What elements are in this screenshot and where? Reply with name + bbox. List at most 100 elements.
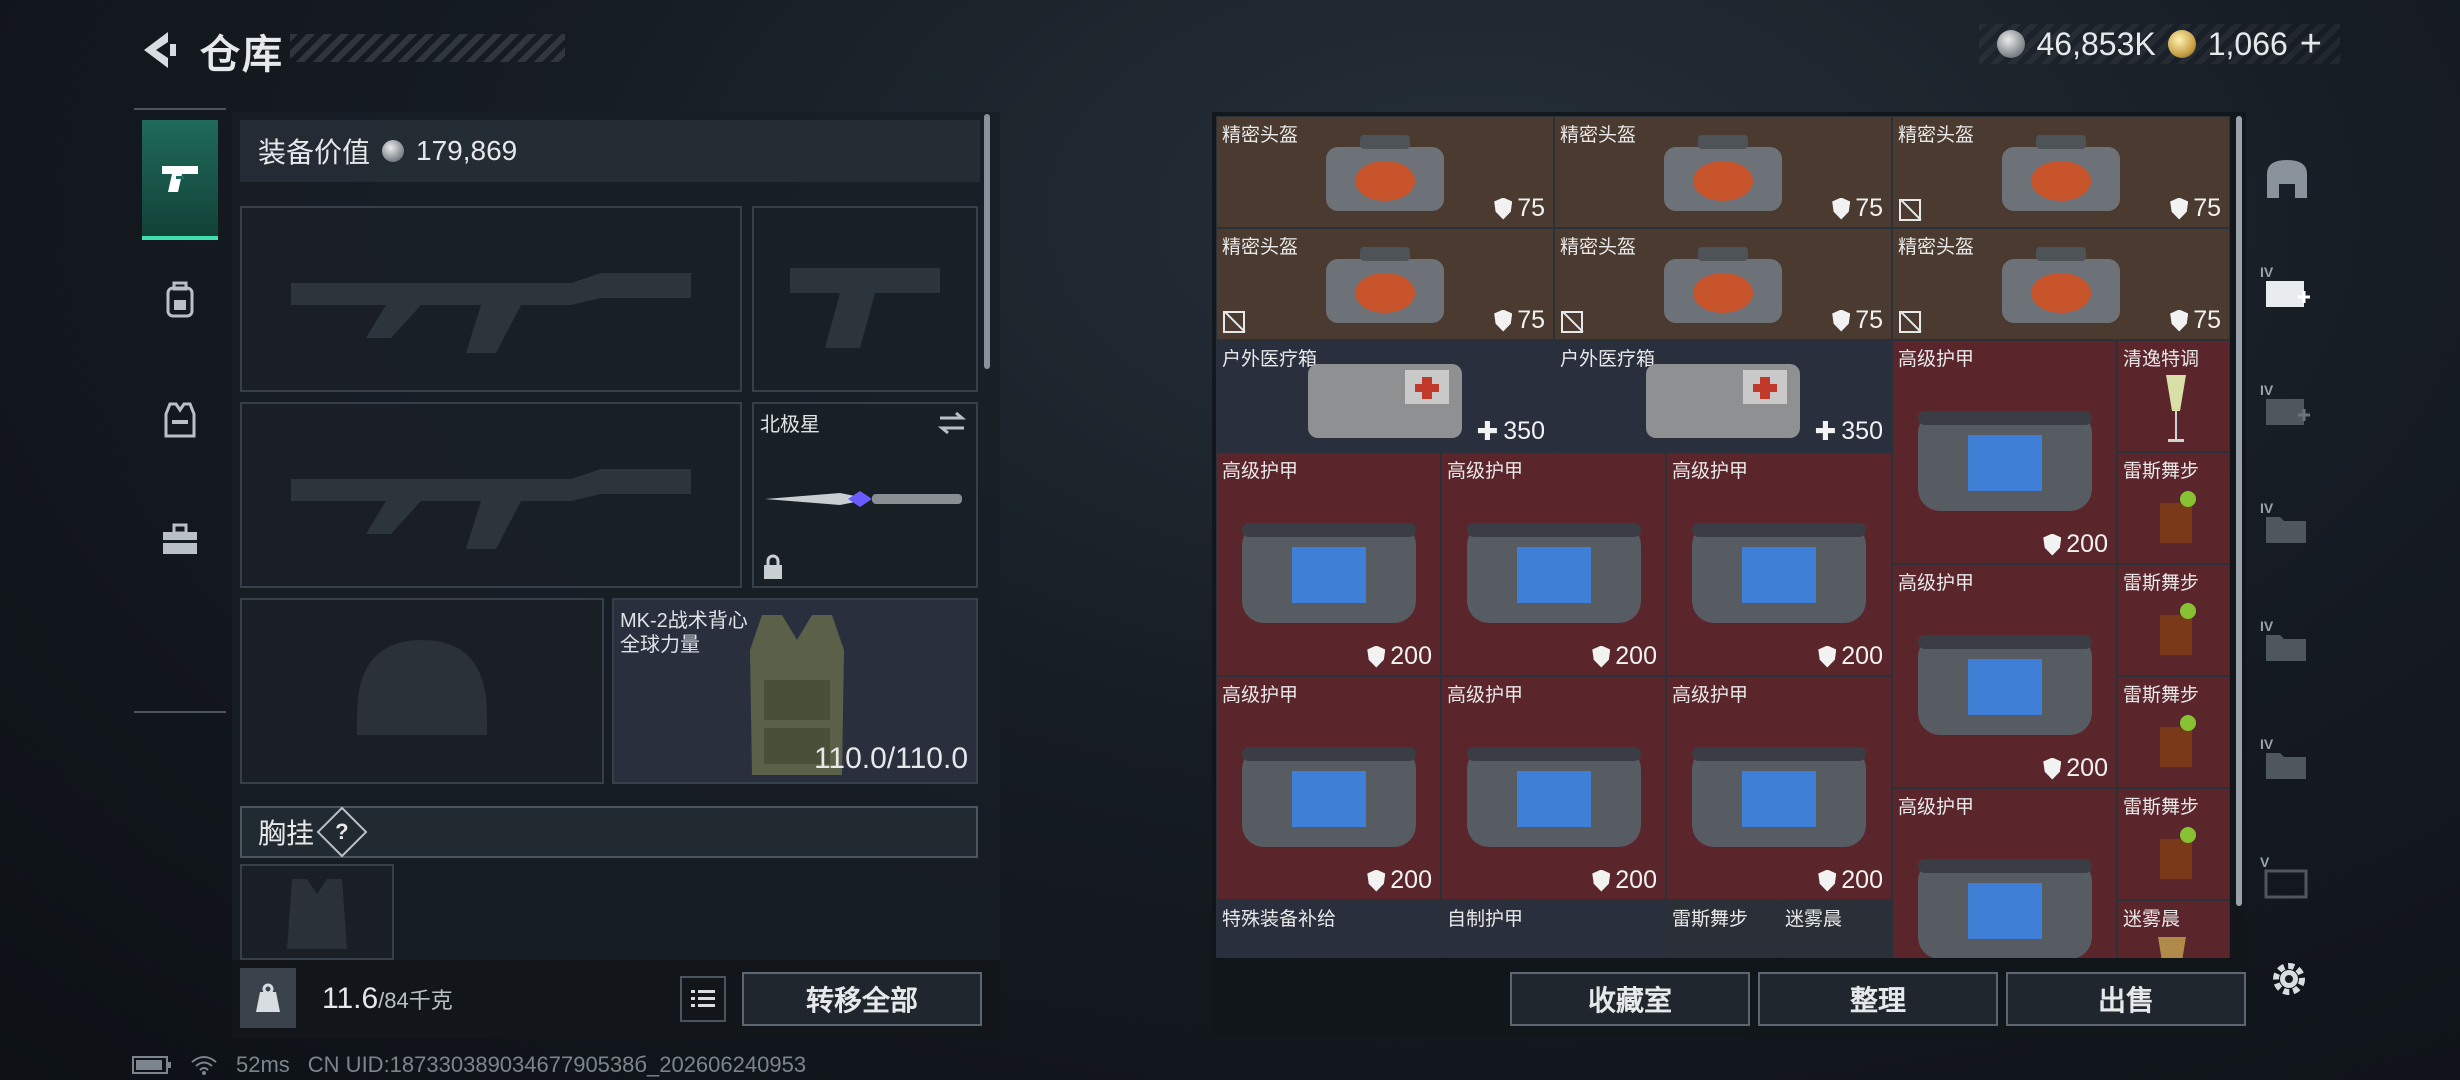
add-currency-button[interactable]: + bbox=[2300, 23, 2322, 66]
chest-rig-slot[interactable] bbox=[240, 864, 394, 960]
transfer-all-button[interactable]: 转移全部 bbox=[742, 972, 982, 1026]
tab-safe-box[interactable] bbox=[2258, 150, 2316, 208]
helmet-case-icon bbox=[1664, 135, 1782, 212]
pistol-icon bbox=[162, 166, 198, 192]
shield-icon bbox=[1832, 197, 1851, 220]
item-drink[interactable]: 雷斯舞步 bbox=[2117, 452, 2230, 564]
primary-weapon-slot[interactable] bbox=[240, 206, 742, 392]
item-drink[interactable]: 雷斯舞步 bbox=[2117, 676, 2230, 788]
user-uid: CN UID:18733038903467790538б_20260624095… bbox=[307, 1052, 807, 1077]
item-name: 高级护甲 bbox=[1672, 461, 1749, 482]
sidearm-slot[interactable] bbox=[752, 206, 978, 392]
item-name: 雷斯舞步 bbox=[2123, 797, 2200, 818]
item-armor-value: 75 bbox=[2170, 194, 2221, 223]
item-helmet[interactable]: 精密头盔 75 bbox=[1216, 116, 1554, 228]
item-drink[interactable]: 雷斯舞步 bbox=[2117, 564, 2230, 676]
chest-rig-label: 胸挂 bbox=[258, 818, 315, 849]
helmet-silhouette-icon bbox=[357, 639, 487, 735]
item-name: 特殊装备补给 bbox=[1222, 909, 1337, 930]
item-armor[interactable]: 高级护甲 200 bbox=[1892, 340, 2117, 564]
item-armor[interactable]: 高级护甲 200 bbox=[1892, 564, 2117, 788]
tab-storage-4-active[interactable]: IV bbox=[2258, 264, 2316, 322]
melee-slot[interactable]: 北极星 bbox=[752, 402, 978, 588]
item-helmet[interactable]: 精密头盔 75 bbox=[1216, 228, 1554, 340]
item-armor[interactable]: 高级护甲 200 bbox=[1216, 676, 1441, 900]
medical-cross-icon: ✚ bbox=[1814, 416, 1837, 446]
item-name: 雷斯舞步 bbox=[1672, 909, 1749, 930]
item-drink[interactable]: 迷雾晨 bbox=[1779, 900, 1892, 958]
list-icon bbox=[691, 990, 715, 1007]
item-helmet[interactable]: 精密头盔 75 bbox=[1892, 228, 2230, 340]
tab-backpack[interactable] bbox=[142, 240, 218, 360]
tab-supplies[interactable] bbox=[142, 480, 218, 600]
tab-storage-folder-3[interactable]: IV bbox=[2258, 736, 2316, 794]
silver-coin-icon bbox=[1996, 30, 2025, 58]
tab-storage-4b[interactable]: IV bbox=[2258, 382, 2316, 440]
item-armor[interactable]: 高级护甲 200 bbox=[1666, 676, 1892, 900]
shield-icon bbox=[2170, 309, 2189, 332]
swap-icon[interactable] bbox=[936, 410, 968, 436]
whiskey-glass-icon bbox=[2160, 715, 2196, 767]
item-armor[interactable]: 高级护甲 200 bbox=[1216, 452, 1441, 676]
item-armor[interactable]: 高级护甲 200 bbox=[1441, 676, 1666, 900]
shield-icon bbox=[1367, 869, 1386, 892]
armor-bag-icon bbox=[1692, 523, 1866, 624]
armor-durability: 110.0/110.0 bbox=[813, 742, 968, 775]
armor-slot[interactable]: MK-2战术背心 全球力量 110.0/110.0 bbox=[612, 598, 978, 784]
gold-coin-icon bbox=[2167, 30, 2196, 58]
gear-icon bbox=[2273, 963, 2305, 995]
armor-bag-icon bbox=[1917, 635, 2092, 736]
tab-storage-special[interactable]: V bbox=[2258, 854, 2316, 912]
item-drink[interactable]: 雷斯舞步 bbox=[1666, 900, 1779, 958]
item-drink[interactable]: 清逸特调 bbox=[2117, 340, 2230, 452]
item-helmet[interactable]: 精密头盔 75 bbox=[1554, 228, 1892, 340]
item-drink[interactable]: 迷雾晨 bbox=[2117, 900, 2230, 958]
tier-label: V bbox=[2260, 854, 2270, 870]
sell-button[interactable]: 出售 bbox=[2006, 972, 2246, 1026]
help-button[interactable]: ? bbox=[316, 806, 368, 858]
organize-button[interactable]: 整理 bbox=[1758, 972, 1998, 1026]
tab-weapons[interactable] bbox=[142, 120, 218, 240]
weight-button[interactable] bbox=[240, 968, 296, 1028]
item-medkit[interactable]: 户外医疗箱 ✚ 350 bbox=[1554, 340, 1892, 452]
item-supply-crate[interactable]: 特殊装备补给 bbox=[1216, 900, 1441, 958]
helmet-slot[interactable] bbox=[240, 598, 604, 784]
tab-storage-folder-2[interactable]: IV bbox=[2258, 618, 2316, 676]
item-name: 高级护甲 bbox=[1222, 685, 1299, 706]
secondary-weapon-slot[interactable] bbox=[240, 402, 742, 588]
item-helmet[interactable]: 精密头盔 75 bbox=[1892, 116, 2230, 228]
item-name: 雷斯舞步 bbox=[2123, 685, 2200, 706]
medkit-icon bbox=[1308, 364, 1462, 439]
tier-label: IV bbox=[2260, 264, 2274, 280]
equipment-scrollbar[interactable] bbox=[984, 114, 990, 369]
item-name: 精密头盔 bbox=[1898, 125, 1975, 146]
shield-icon bbox=[1367, 645, 1386, 668]
item-armor-value: 200 bbox=[1367, 642, 1432, 671]
collection-room-button[interactable]: 收藏室 bbox=[1510, 972, 1750, 1026]
settings-button[interactable] bbox=[2262, 952, 2316, 1006]
item-name: 高级护甲 bbox=[1898, 349, 1975, 370]
list-view-button[interactable] bbox=[680, 976, 726, 1022]
helmet-case-icon bbox=[1326, 247, 1444, 324]
item-name: 高级护甲 bbox=[1447, 461, 1524, 482]
armor-bag-icon bbox=[1466, 523, 1641, 624]
no-slot-icon bbox=[1899, 311, 1921, 333]
item-drink[interactable]: 雷斯舞步 bbox=[2117, 788, 2230, 900]
item-name: 高级护甲 bbox=[1898, 797, 1975, 818]
no-slot-icon bbox=[1223, 311, 1245, 333]
item-helmet[interactable]: 精密头盔 75 bbox=[1554, 116, 1892, 228]
item-armor[interactable]: 高级护甲 bbox=[1892, 788, 2117, 958]
item-armor[interactable]: 高级护甲 200 bbox=[1441, 452, 1666, 676]
item-armor-value: 75 bbox=[1494, 306, 1545, 335]
tier-label: IV bbox=[2260, 618, 2274, 634]
toolbox-icon bbox=[163, 523, 197, 554]
item-medkit[interactable]: 户外医疗箱 ✚ 350 bbox=[1216, 340, 1554, 452]
item-diy-armor[interactable]: 自制护甲 bbox=[1441, 900, 1666, 958]
shield-icon bbox=[1494, 309, 1513, 332]
shield-icon bbox=[1832, 309, 1851, 332]
storage-scrollbar[interactable] bbox=[2236, 116, 2242, 906]
tab-vest[interactable] bbox=[142, 360, 218, 480]
back-button[interactable] bbox=[128, 22, 188, 78]
item-armor[interactable]: 高级护甲 200 bbox=[1666, 452, 1892, 676]
tab-storage-folder-1[interactable]: IV bbox=[2258, 500, 2316, 558]
